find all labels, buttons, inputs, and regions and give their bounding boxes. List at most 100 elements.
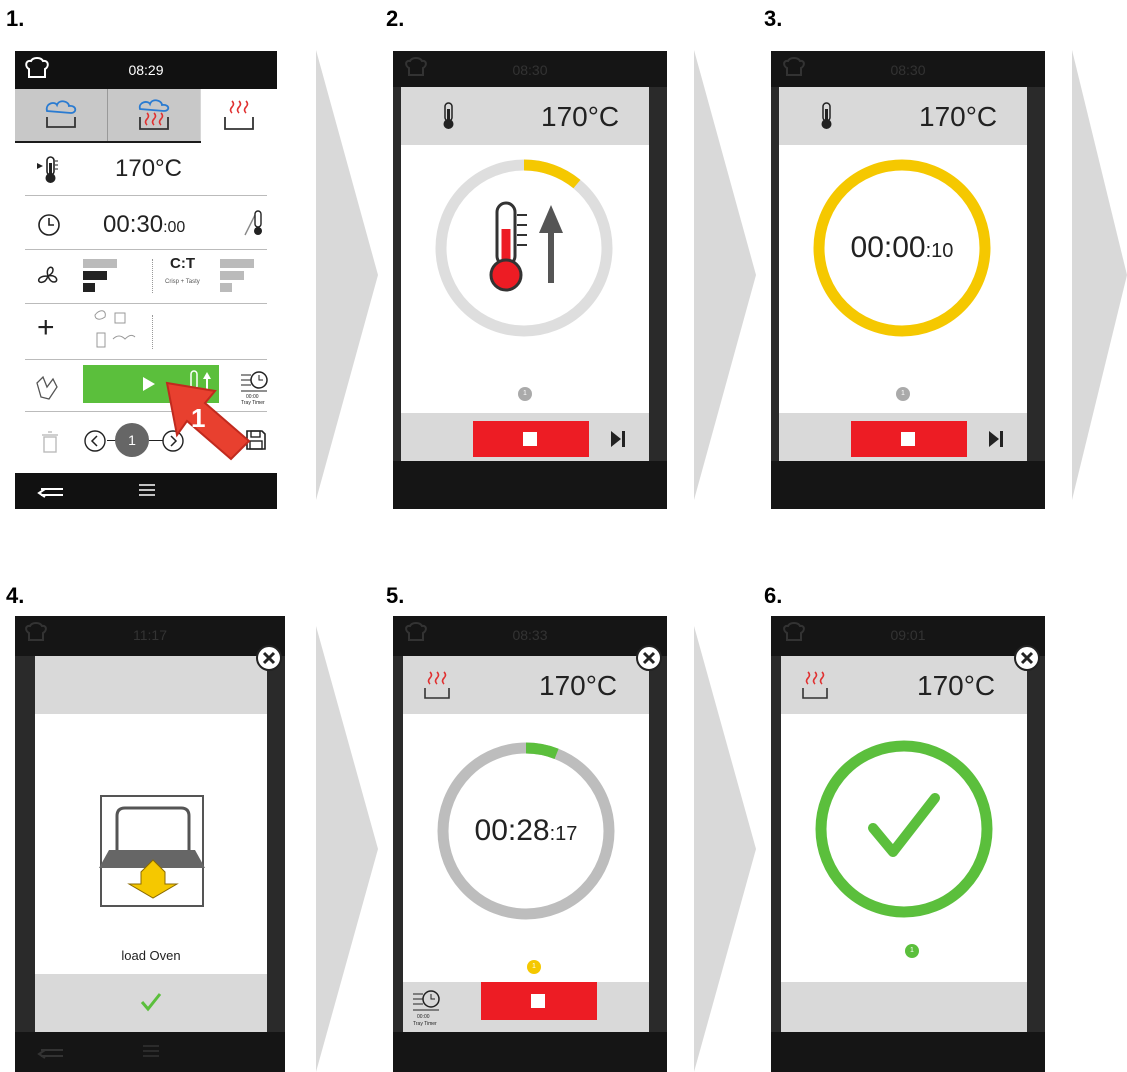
hot-air-mode-icon [224,100,254,130]
navigation-bar [771,1032,1045,1072]
tab-steam[interactable] [15,89,108,141]
load-oven-message: load Oven [121,948,181,963]
divider [152,259,153,293]
step-dot: 1 [896,387,910,401]
step-label-1: 1. [6,6,25,31]
dialog: 170°C 00:00:10 1 [779,87,1027,461]
current-step-indicator[interactable]: 1 [115,423,149,457]
temperature-value: 170°C [919,101,998,132]
background-sidebar [771,656,781,1032]
divider [25,303,267,304]
next-step-arrow [316,626,378,1072]
core-temperature-icon [37,156,58,183]
clock: 11:17 [133,627,167,643]
dialog-footer [401,413,649,461]
remaining-time-main: 00:28 [474,814,550,847]
tab-hot-air[interactable] [201,89,277,143]
close-icon[interactable] [1013,644,1041,672]
crisp-tasty-caption: Crisp + Tasty [165,279,200,285]
dialog-footer [781,982,1027,1032]
skip-forward-icon[interactable] [609,429,627,449]
divider [25,195,267,196]
step-label-2: 2. [386,6,405,31]
stop-button[interactable] [481,982,597,1020]
play-icon [143,377,155,391]
tap-here-arrow [165,381,251,461]
tray-timer-icon[interactable] [411,988,441,1012]
fan-icon [37,266,58,284]
tap-step-number: 1 [191,403,206,433]
crisp-tasty-logo[interactable]: C:T [170,255,195,272]
stop-icon [531,994,545,1008]
step-label-5: 5. [386,583,405,608]
step-label-6: 6. [764,583,783,608]
divider [152,315,153,349]
add-function-icon[interactable]: + [37,311,55,345]
load-oven-illustration [99,795,205,907]
step-label-3: 3. [764,6,783,31]
dialog-header: 170°C [403,656,649,714]
screen-3-hold-countdown: 08:30 170°C 00:00:10 1 [771,51,1045,509]
clock: 08:33 [512,627,548,643]
checkmark-icon [140,993,162,1012]
screen-6-finished: 09:01 170°C 1 [771,616,1045,1072]
preheating-thermometer-icon [489,201,563,292]
countdown-main: 00:00 [850,231,926,264]
stop-icon [901,432,915,446]
core-probe-icon[interactable] [243,209,267,239]
clock: 08:30 [512,62,548,78]
tab-combi[interactable] [108,89,200,141]
back-icon[interactable] [35,483,65,499]
dialog-header: 170°C [781,656,1027,714]
hands-icon [36,375,58,400]
thermometer-icon [443,102,454,129]
ct-level-bar-1 [220,259,254,268]
dialog-footer [779,413,1027,461]
checkmark-icon [868,793,940,857]
previous-step-icon[interactable] [83,429,107,453]
navigation-bar [15,1032,285,1072]
close-icon[interactable] [255,644,283,672]
confirm-button[interactable] [35,974,267,1032]
step-dot: 1 [905,944,919,958]
temperature-value: 170°C [541,101,620,132]
thermometer-icon [821,102,832,129]
back-icon [37,1049,63,1059]
stop-icon [523,432,537,446]
hot-air-mode-icon [424,671,450,699]
countdown-seconds: :10 [925,240,954,262]
remaining-time: 00:28:17 [443,814,609,848]
dialog-header [35,656,267,714]
menu-icon[interactable] [139,483,155,497]
ct-level-bar-2 [220,271,244,280]
cook-time-value[interactable]: 00:30:00 [103,211,185,239]
stop-button[interactable] [851,421,967,457]
clock: 08:29 [128,62,164,78]
tray-timer-label: Tray Timer [413,1021,437,1027]
stop-button[interactable] [473,421,589,457]
background-sidebar [15,656,35,1032]
navigation-bar [771,461,1045,509]
temperature-value: 170°C [917,670,996,701]
status-bar: 11:17 [15,616,285,656]
close-icon[interactable] [635,644,663,672]
navigation-bar [393,1032,667,1072]
settings-panel: 170°C 00:30:00 C:T Crisp + Tasty + 00:00… [15,143,277,473]
tray-timer-time: 00:00 [417,1014,430,1020]
dialog-footer: 00:00 Tray Timer [403,982,649,1032]
extra-functions-icons [94,310,136,348]
steam-mode-icon [45,100,77,128]
skip-forward-icon[interactable] [987,429,1005,449]
combi-mode-icon [138,99,170,130]
next-step-arrow [694,626,756,1072]
trash-icon[interactable] [41,431,59,453]
status-bar: 08:30 [771,51,1045,87]
temperature-value[interactable]: 170°C [115,155,182,183]
divider [25,249,267,250]
dialog: 170°C 1 [781,656,1027,1032]
clock-icon [38,214,60,236]
screen-4-load-oven: 11:17 load Oven [15,616,285,1072]
hot-air-mode-icon [802,671,828,699]
background-sidebar [393,656,403,1032]
menu-icon [143,1045,159,1057]
